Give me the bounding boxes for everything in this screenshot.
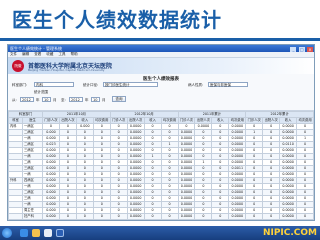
slide-title: 医生个人绩效数据统计 <box>12 8 222 32</box>
table-cell: 0 <box>262 219 281 220</box>
menu-view[interactable]: 查看 <box>34 52 41 56</box>
to-year-input[interactable]: 2012 <box>69 97 83 102</box>
filter-form: 医生个人绩效报表 科室部门: 内科 病人性质: 医保与非医保 统计口径: 按门诊… <box>8 74 314 111</box>
table-cell: 0 <box>109 219 128 220</box>
patient-type-label: 病人性质: <box>188 83 204 87</box>
column-header: 门诊人次 <box>177 117 196 124</box>
maximize-icon[interactable]: □ <box>298 47 305 52</box>
menu-tools[interactable]: 工具 <box>59 52 66 56</box>
start-button[interactable] <box>2 228 12 238</box>
menu-file[interactable]: 文件 <box>10 52 17 56</box>
dept-label: 科室部门: <box>12 83 28 87</box>
from-year-unit: 年 <box>36 98 40 102</box>
table-cell: 一病 <box>22 219 43 220</box>
to-month-input[interactable]: 10 <box>91 97 100 102</box>
column-header: 出院人次 <box>262 117 281 124</box>
range-label: 统计范围 <box>34 90 48 94</box>
watermark: NIPIC.COM <box>262 228 317 238</box>
window-title: 医生个人绩效统计 - 管理系统 <box>10 46 62 51</box>
folder-icon[interactable] <box>32 229 40 237</box>
minimize-icon[interactable]: _ <box>290 47 297 52</box>
column-header: 均次费用 <box>228 117 247 124</box>
menu-favorites[interactable]: 收藏 <box>46 52 53 56</box>
column-header: 均次费用 <box>296 117 314 124</box>
from-year-input[interactable]: 2012 <box>20 97 34 102</box>
table-cell: 0 <box>58 219 77 220</box>
stat-scope-select[interactable]: 按门诊医生统计 <box>103 82 158 87</box>
column-header: 门诊人次 <box>109 117 128 124</box>
table-cell: 0 <box>143 219 162 220</box>
browser-icon[interactable] <box>20 229 28 237</box>
menu-help[interactable]: 帮助 <box>71 52 78 56</box>
from-month-unit: 月 <box>53 98 57 102</box>
table-cell: 0 <box>211 219 230 220</box>
app-icon[interactable] <box>44 229 52 237</box>
table-cell: 0 <box>160 219 179 220</box>
to-year-unit: 年 <box>85 98 89 102</box>
column-header: 均次费用 <box>92 117 111 124</box>
table-cell: 0 <box>92 219 111 220</box>
table-row[interactable]: 一病0.00000000.0000000.0000000.0000000.000… <box>8 219 314 220</box>
table-cell <box>8 219 23 220</box>
close-icon[interactable]: × <box>307 47 313 52</box>
column-header: 门诊人次 <box>42 117 60 124</box>
browser-window: 医生个人绩效统计 - 管理系统 _ □ × 文件 编辑 查看 收藏 工具 帮助 … <box>7 44 315 221</box>
from-month-input[interactable]: 10 <box>42 97 51 102</box>
column-header: 出院人次 <box>58 117 77 124</box>
table-cell: 0 <box>194 219 213 220</box>
menu-edit[interactable]: 编辑 <box>22 52 29 56</box>
table-cell: 0.0000 <box>177 219 196 220</box>
table-cell: 0.000 <box>42 219 60 220</box>
table-cell: 0 <box>296 219 314 220</box>
column-header: 出院人次 <box>194 117 213 124</box>
hospital-subtitle: Beijing Tiantan Hospital, Capital Medica… <box>28 68 105 72</box>
to-month-unit: 月 <box>102 98 106 102</box>
document-icon[interactable] <box>56 229 64 237</box>
from-label: 从: <box>12 98 17 102</box>
dept-select[interactable]: 内科 <box>34 82 74 87</box>
performance-table: 科室部门 2011年10月 2012年10月 2011年累计 2012年累计 科… <box>8 111 314 220</box>
hospital-logo: 院徽 <box>12 60 24 72</box>
title-underline <box>0 38 320 41</box>
column-header: 出院人次 <box>126 117 145 124</box>
stat-scope-label: 统计口径: <box>83 83 99 87</box>
hospital-banner: 院徽 首都医科大学附属北京天坛医院 Beijing Tiantan Hospit… <box>8 58 314 74</box>
table-cell: 0.0000 <box>228 219 247 220</box>
window-titlebar: 医生个人绩效统计 - 管理系统 _ □ × <box>8 45 314 52</box>
patient-type-select[interactable]: 医保与非医保 <box>208 82 248 87</box>
column-header: 均次费用 <box>160 117 179 124</box>
table-cell: 0.0000 <box>126 219 145 220</box>
taskbar: NIPIC.COM <box>0 226 320 240</box>
table-cell: 0.0000 <box>279 219 298 220</box>
query-button[interactable]: 查询 <box>112 96 126 102</box>
to-label: 至: <box>61 98 66 102</box>
column-header: 门诊人次 <box>245 117 264 124</box>
table-cell: 0 <box>75 219 94 220</box>
table-cell: 0 <box>245 219 264 220</box>
